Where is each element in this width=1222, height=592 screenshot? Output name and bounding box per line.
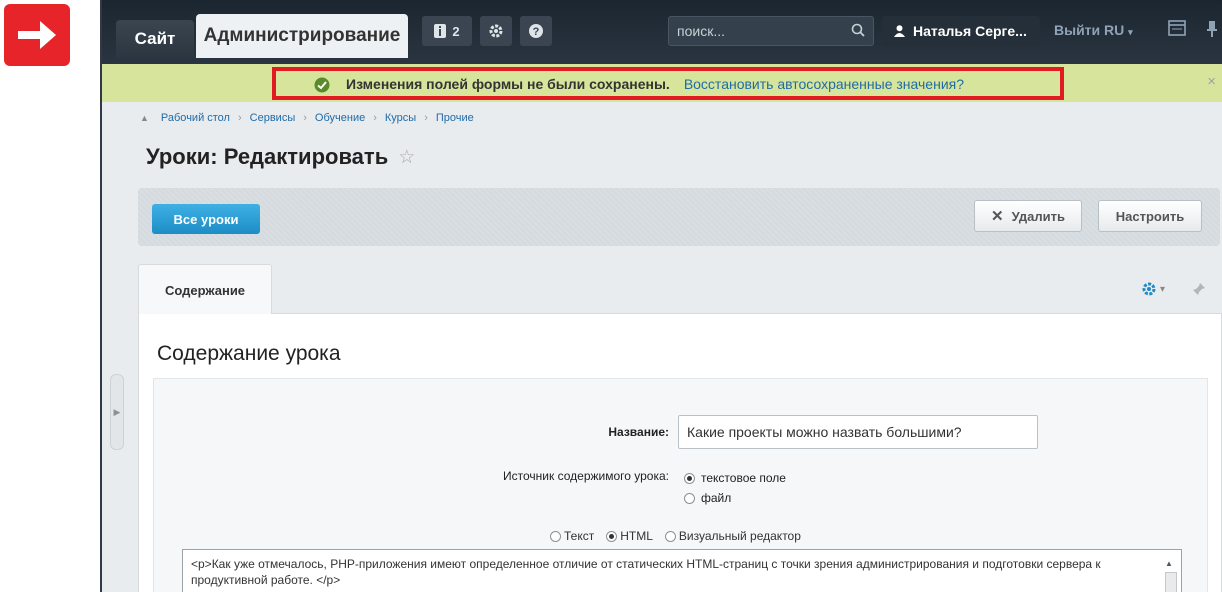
close-icon[interactable]: × [1207, 73, 1216, 90]
editor-mode-visual[interactable]: Визуальный редактор [664, 529, 801, 543]
lesson-body-textarea[interactable]: <p>Как уже отмечалось, PHP-приложения им… [182, 549, 1182, 592]
breadcrumb-item[interactable]: Сервисы [250, 112, 296, 124]
panel-toggle-icon[interactable] [1168, 20, 1186, 41]
configure-button[interactable]: Настроить [1098, 200, 1202, 232]
source-label: Источник содержимого урока: [503, 469, 669, 483]
breadcrumb-separator-icon: › [373, 112, 377, 124]
tab-site[interactable]: Сайт [116, 20, 194, 58]
source-option-label: файл [701, 491, 732, 505]
admin-app: Сайт Администрирование 2 ? поиск... Ната… [102, 0, 1222, 592]
breadcrumb-item[interactable]: Прочие [436, 112, 474, 124]
name-label: Название: [608, 425, 669, 439]
info-icon [434, 24, 447, 38]
lesson-name-input[interactable] [678, 415, 1038, 449]
breadcrumb-separator-icon: › [424, 112, 428, 124]
radio-icon[interactable] [684, 492, 695, 504]
notification-message: Изменения полей формы не были сохранены. [346, 75, 670, 92]
tab-administration[interactable]: Администрирование [196, 14, 408, 58]
restore-autosave-link[interactable]: Восстановить автосохраненные значения? [684, 76, 964, 92]
action-toolbar: Все уроки ✕ Удалить Настроить [138, 188, 1220, 246]
delete-button[interactable]: ✕ Удалить [974, 200, 1082, 232]
breadcrumb-up-icon[interactable]: ▲ [140, 113, 149, 123]
logout-link[interactable]: Выйти [1054, 22, 1100, 38]
delete-x-icon: ✕ [991, 208, 1004, 225]
search-icon[interactable] [851, 23, 865, 37]
tab-pin-icon[interactable] [1192, 282, 1206, 301]
arrow-right-icon [4, 4, 70, 66]
tab-content[interactable]: Содержание [138, 264, 272, 315]
editor-mode-text[interactable]: Текст [550, 529, 594, 543]
scrollbar-thumb[interactable] [1165, 572, 1177, 592]
editor-mode-label: Визуальный редактор [678, 529, 801, 543]
language-select[interactable]: RU ▾ [1104, 22, 1133, 38]
radio-icon[interactable] [550, 530, 561, 542]
source-option-file[interactable]: файл [684, 491, 731, 505]
source-option-text-field[interactable]: текстовое поле [684, 471, 786, 485]
radio-checked-icon[interactable] [606, 530, 618, 542]
lesson-form: Название: Источник содержимого урока: те… [153, 378, 1208, 592]
content-panel: Содержание урока Название: Источник соде… [138, 314, 1222, 592]
editor-mode-switch: Текст HTML Визуальный редактор [550, 529, 801, 543]
notifications-count: 2 [452, 23, 460, 39]
breadcrumb-item[interactable]: Обучение [315, 112, 365, 124]
search-placeholder: поиск... [677, 23, 725, 39]
breadcrumb-separator-icon: › [237, 112, 242, 124]
radio-checked-icon[interactable] [684, 472, 695, 484]
all-lessons-button[interactable]: Все уроки [152, 204, 260, 234]
pin-icon[interactable] [1206, 20, 1218, 43]
chevron-down-icon: ▾ [1128, 27, 1133, 37]
breadcrumb-item[interactable]: Курсы [385, 112, 416, 124]
language-value: RU [1104, 22, 1125, 38]
lesson-body-text: <p>Как уже отмечалось, PHP-приложения им… [191, 557, 1101, 587]
check-circle-icon [314, 77, 330, 93]
page-title: Уроки: Редактировать ☆ [146, 144, 415, 170]
page-title-text: Уроки: Редактировать [146, 144, 389, 169]
tab-settings-gear-icon[interactable]: ▾ [1142, 282, 1165, 296]
breadcrumb-separator-icon: › [303, 112, 307, 124]
svg-text:?: ? [533, 26, 540, 38]
top-panel: Сайт Администрирование 2 ? поиск... Ната… [102, 0, 1222, 64]
sidebar-collapse-handle[interactable]: ▶ [110, 374, 124, 450]
top-icons: 2 ? [422, 16, 552, 46]
search-input[interactable]: поиск... [668, 16, 874, 46]
delete-button-label: Удалить [1011, 208, 1065, 224]
user-icon [894, 25, 905, 37]
breadcrumb: ▲ Рабочий стол › Сервисы › Обучение › Ку… [140, 112, 474, 124]
form-tabs: Содержание ▾ [138, 264, 1222, 315]
breadcrumb-item[interactable]: Рабочий стол [161, 112, 230, 124]
section-title: Содержание урока [157, 342, 341, 365]
notification-highlight-frame: Изменения полей формы не были сохранены.… [272, 67, 1064, 100]
help-icon[interactable]: ? [520, 16, 552, 46]
source-option-label: текстовое поле [701, 471, 786, 485]
radio-icon[interactable] [664, 530, 676, 542]
favorite-star-icon[interactable]: ☆ [398, 146, 415, 169]
chevron-right-icon: ▶ [113, 406, 121, 417]
user-menu[interactable]: Наталья Серге... [882, 16, 1040, 46]
editor-mode-label: Текст [564, 529, 595, 543]
settings-gear-icon[interactable] [480, 16, 512, 46]
scroll-up-icon[interactable]: ▲ [1165, 556, 1177, 568]
chevron-down-icon: ▾ [1160, 283, 1166, 295]
notifications-button[interactable]: 2 [422, 16, 472, 46]
editor-mode-label: HTML [620, 529, 653, 543]
user-name: Наталья Серге... [913, 23, 1027, 39]
editor-mode-html[interactable]: HTML [606, 529, 653, 543]
autosave-notification: Изменения полей формы не были сохранены.… [102, 64, 1222, 102]
